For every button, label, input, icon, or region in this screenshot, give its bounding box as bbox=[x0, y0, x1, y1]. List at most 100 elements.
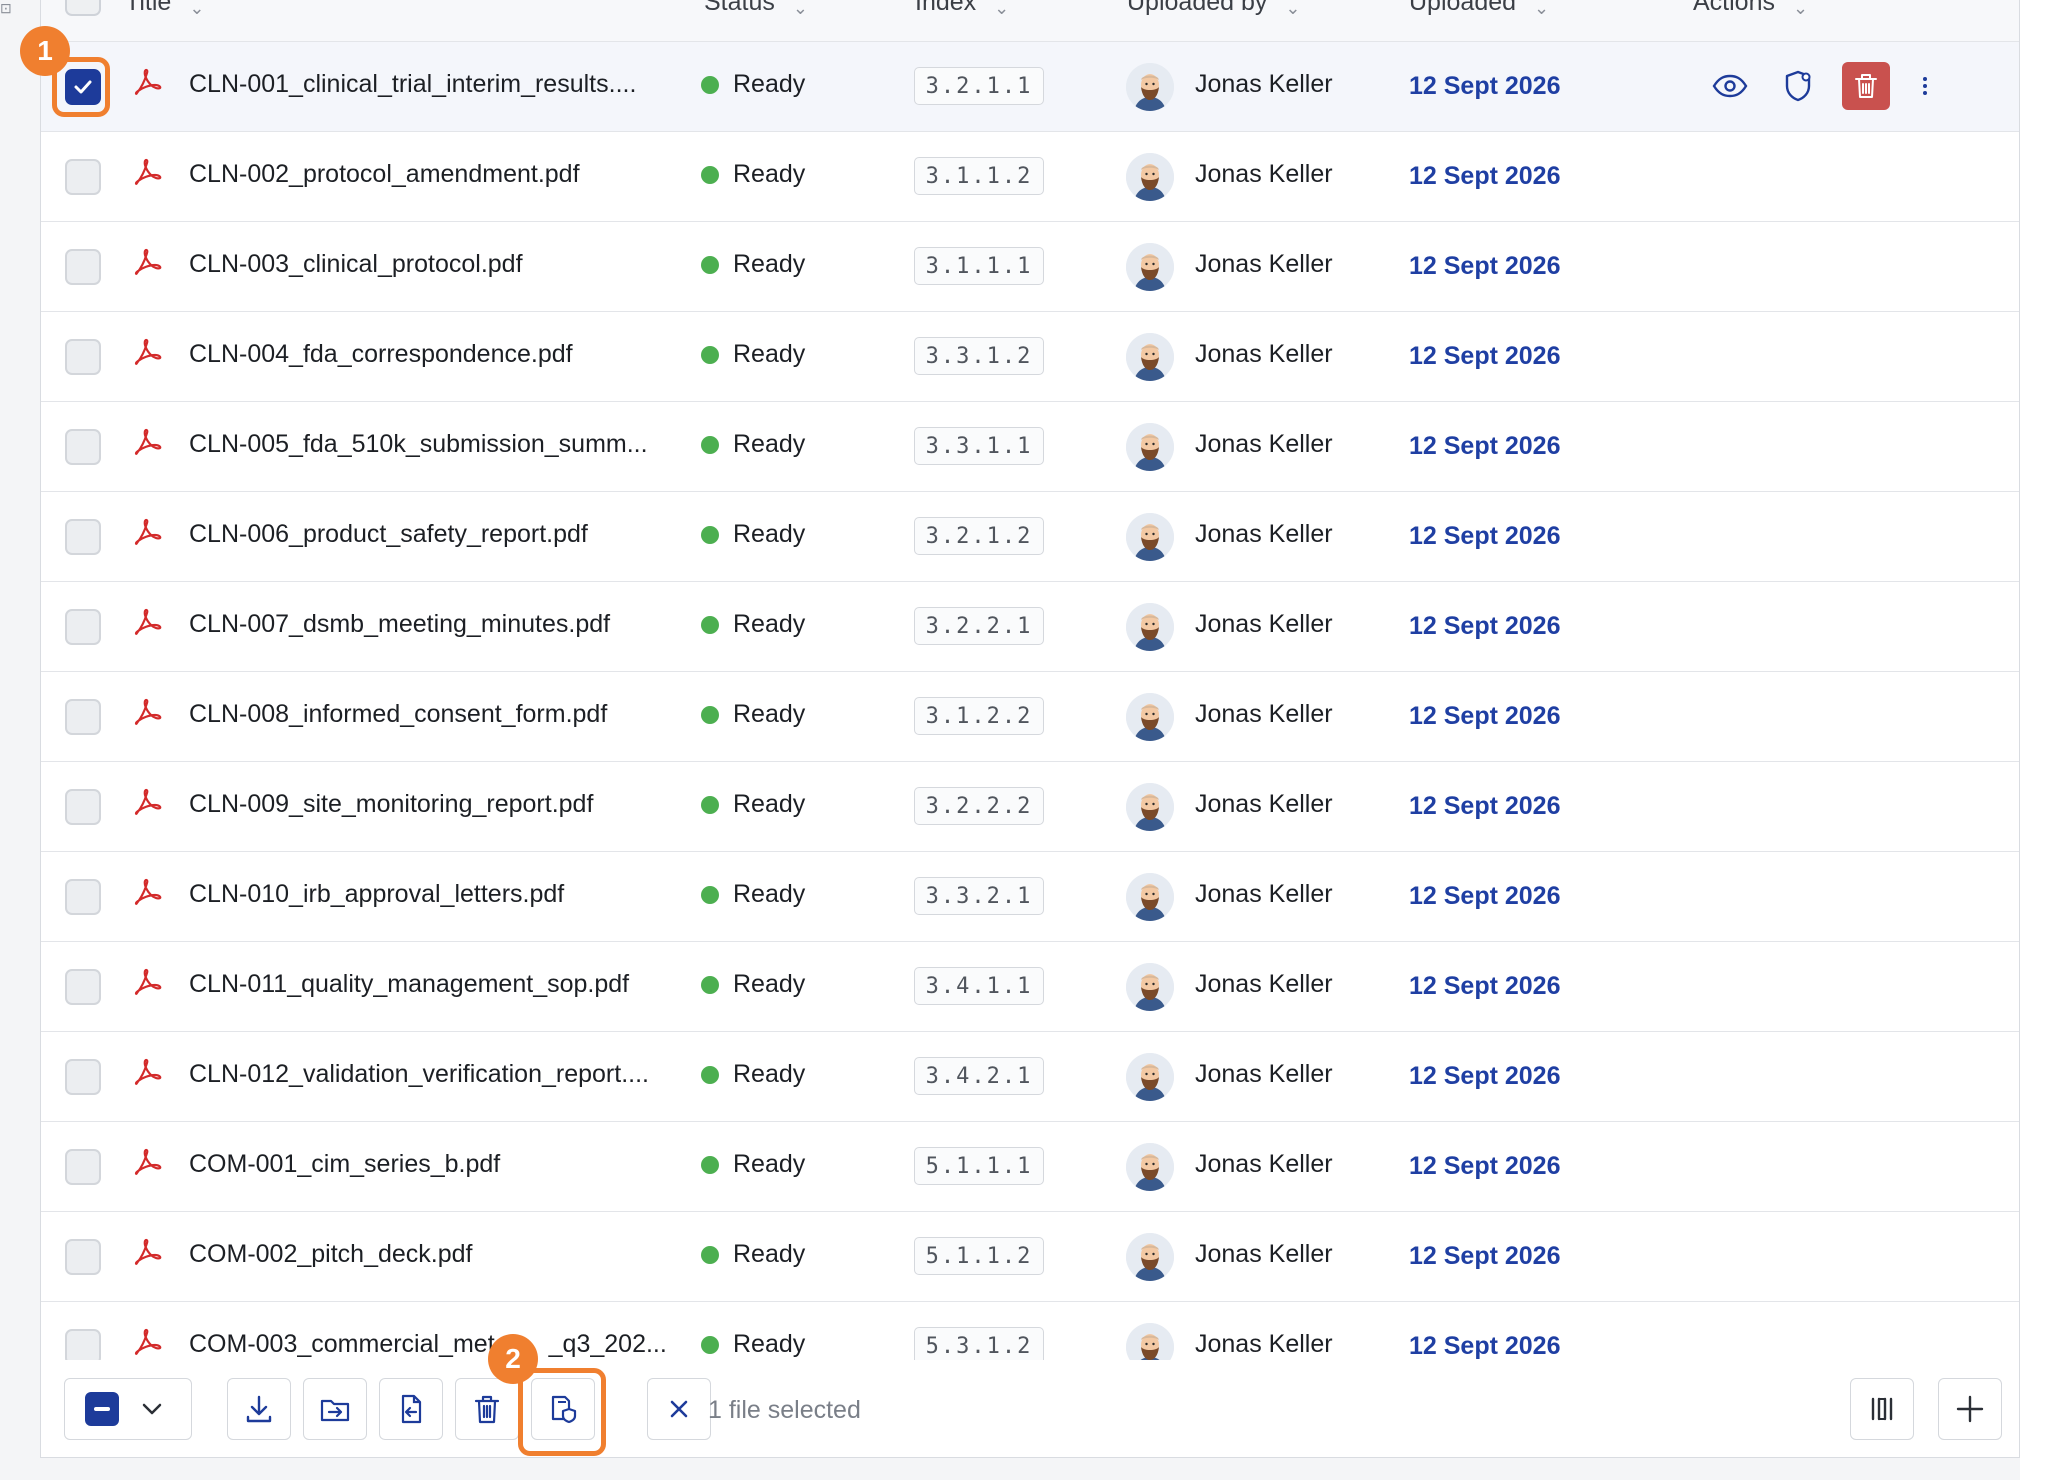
table-row[interactable]: CLN-010_irb_approval_letters.pdf Ready 3.3… bbox=[41, 852, 2019, 942]
more-options-button[interactable] bbox=[1910, 62, 1940, 110]
table-row[interactable]: CLN-011_quality_management_sop.pdf Ready 3… bbox=[41, 942, 2019, 1032]
avatar bbox=[1126, 63, 1174, 111]
table-body: CLN-001_clinical_trial_interim_results..… bbox=[41, 42, 2019, 1392]
table-row[interactable]: CLN-008_informed_consent_form.pdf Ready 3.… bbox=[41, 672, 2019, 762]
file-title[interactable]: CLN-006_product_safety_report.pdf bbox=[189, 520, 588, 549]
row-checkbox[interactable] bbox=[65, 789, 101, 825]
table-row[interactable]: CLN-003_clinical_protocol.pdf Ready 3.1.1.… bbox=[41, 222, 2019, 312]
upload-date-link[interactable]: 12 Sept 2026 bbox=[1409, 1242, 1561, 1271]
file-title[interactable]: COM-002_pitch_deck.pdf bbox=[189, 1240, 472, 1269]
upload-date-link[interactable]: 12 Sept 2026 bbox=[1409, 792, 1561, 821]
clear-selection-button[interactable] bbox=[647, 1378, 711, 1440]
row-checkbox[interactable] bbox=[65, 879, 101, 915]
row-checkbox[interactable] bbox=[65, 1059, 101, 1095]
add-button[interactable] bbox=[1938, 1378, 2002, 1440]
table-row[interactable]: COM-002_pitch_deck.pdf Ready 5.1.1.2 Jonas … bbox=[41, 1212, 2019, 1302]
row-checkbox[interactable] bbox=[65, 969, 101, 1005]
upload-date-link[interactable]: 12 Sept 2026 bbox=[1409, 1062, 1561, 1091]
column-header-index[interactable]: Index ⌄ bbox=[915, 0, 1009, 18]
status-dot-icon bbox=[701, 615, 719, 634]
row-checkbox[interactable] bbox=[65, 699, 101, 735]
row-checkbox[interactable] bbox=[65, 609, 101, 645]
file-title[interactable]: CLN-004_fda_correspondence.pdf bbox=[189, 340, 573, 369]
uploader-name: Jonas Keller bbox=[1195, 700, 1333, 728]
avatar-illustration bbox=[1126, 423, 1174, 471]
row-checkbox[interactable] bbox=[65, 249, 101, 285]
table-row[interactable]: CLN-006_product_safety_report.pdf Ready 3.… bbox=[41, 492, 2019, 582]
upload-date-link[interactable]: 12 Sept 2026 bbox=[1409, 72, 1561, 101]
protect-button[interactable] bbox=[1774, 62, 1822, 110]
file-title[interactable]: CLN-012_validation_verification_report..… bbox=[189, 1060, 649, 1089]
pdf-icon bbox=[134, 608, 162, 635]
table-row[interactable]: CLN-012_validation_verification_report..… bbox=[41, 1032, 2019, 1122]
column-header-status[interactable]: Status ⌄ bbox=[704, 0, 808, 18]
index-badge: 3.3.1.1 bbox=[914, 427, 1044, 465]
uploader-name: Jonas Keller bbox=[1195, 880, 1333, 908]
upload-date-link[interactable]: 12 Sept 2026 bbox=[1409, 522, 1561, 551]
table-row[interactable]: CLN-004_fda_correspondence.pdf Ready 3.3.1… bbox=[41, 312, 2019, 402]
column-header-uploaded-by[interactable]: Uploaded by ⌄ bbox=[1127, 0, 1300, 18]
column-header-title[interactable]: Title ⌄ bbox=[125, 0, 204, 18]
upload-date-link[interactable]: 12 Sept 2026 bbox=[1409, 342, 1561, 371]
upload-date-link[interactable]: 12 Sept 2026 bbox=[1409, 612, 1561, 641]
row-checkbox[interactable] bbox=[65, 519, 101, 555]
avatar-illustration bbox=[1126, 603, 1174, 651]
upload-date-link[interactable]: 12 Sept 2026 bbox=[1409, 1332, 1561, 1361]
upload-date-link[interactable]: 12 Sept 2026 bbox=[1409, 702, 1561, 731]
file-title[interactable]: CLN-005_fda_510k_submission_summ... bbox=[189, 430, 648, 459]
file-type-icon bbox=[131, 336, 165, 370]
status-dot-icon bbox=[701, 75, 719, 94]
uploader-name: Jonas Keller bbox=[1195, 1060, 1333, 1088]
row-checkbox[interactable] bbox=[65, 339, 101, 375]
file-title[interactable]: COM-003_commercial_met _q3_202... bbox=[189, 1330, 667, 1359]
file-title[interactable]: CLN-009_site_monitoring_report.pdf bbox=[189, 790, 593, 819]
file-title[interactable]: CLN-007_dsmb_meeting_minutes.pdf bbox=[189, 610, 610, 639]
file-title[interactable]: CLN-001_clinical_trial_interim_results..… bbox=[189, 70, 636, 99]
upload-date-link[interactable]: 12 Sept 2026 bbox=[1409, 162, 1561, 191]
expand-corner-icon[interactable]: ⊡ bbox=[0, 0, 16, 16]
status-indicator: Ready bbox=[701, 1060, 805, 1089]
upload-date-link[interactable]: 12 Sept 2026 bbox=[1409, 882, 1561, 911]
file-title[interactable]: COM-001_cim_series_b.pdf bbox=[189, 1150, 500, 1179]
file-title[interactable]: CLN-010_irb_approval_letters.pdf bbox=[189, 880, 564, 909]
table-row[interactable]: COM-001_cim_series_b.pdf Ready 5.1.1.1 Jona… bbox=[41, 1122, 2019, 1212]
upload-date-link[interactable]: 12 Sept 2026 bbox=[1409, 1152, 1561, 1181]
avatar bbox=[1126, 1233, 1174, 1281]
file-title[interactable]: CLN-008_informed_consent_form.pdf bbox=[189, 700, 607, 729]
move-to-folder-button[interactable] bbox=[303, 1378, 367, 1440]
status-indicator: Ready bbox=[701, 790, 805, 819]
bulk-delete-button[interactable] bbox=[455, 1378, 519, 1440]
file-title[interactable]: CLN-003_clinical_protocol.pdf bbox=[189, 250, 523, 279]
upload-date-link[interactable]: 12 Sept 2026 bbox=[1409, 432, 1561, 461]
view-button[interactable] bbox=[1706, 62, 1754, 110]
upload-date-link[interactable]: 12 Sept 2026 bbox=[1409, 252, 1561, 281]
table-row[interactable]: CLN-002_protocol_amendment.pdf Ready 3.1.1… bbox=[41, 132, 2019, 222]
row-checkbox[interactable] bbox=[65, 1149, 101, 1185]
delete-button[interactable] bbox=[1842, 62, 1890, 110]
table-row[interactable]: CLN-001_clinical_trial_interim_results..… bbox=[41, 42, 2019, 132]
selection-dropdown-button[interactable] bbox=[64, 1378, 192, 1440]
table-row[interactable]: CLN-007_dsmb_meeting_minutes.pdf Ready 3.2… bbox=[41, 582, 2019, 672]
status-indicator: Ready bbox=[701, 1240, 805, 1269]
select-all-checkbox[interactable] bbox=[65, 0, 101, 16]
columns-settings-button[interactable] bbox=[1850, 1378, 1914, 1440]
pdf-icon bbox=[134, 518, 162, 545]
row-checkbox[interactable] bbox=[65, 429, 101, 465]
table-row[interactable]: CLN-009_site_monitoring_report.pdf Ready 3… bbox=[41, 762, 2019, 852]
file-type-icon bbox=[131, 66, 165, 100]
upload-date-link[interactable]: 12 Sept 2026 bbox=[1409, 972, 1561, 1001]
pdf-icon bbox=[134, 248, 162, 275]
close-icon bbox=[670, 1400, 688, 1418]
status-dot-icon bbox=[701, 1155, 719, 1174]
download-button[interactable] bbox=[227, 1378, 291, 1440]
status-indicator: Ready bbox=[701, 970, 805, 999]
file-title[interactable]: CLN-011_quality_management_sop.pdf bbox=[189, 970, 629, 999]
row-checkbox[interactable] bbox=[65, 159, 101, 195]
uploader-name: Jonas Keller bbox=[1195, 70, 1333, 98]
row-checkbox[interactable] bbox=[65, 1239, 101, 1275]
uploader-name: Jonas Keller bbox=[1195, 610, 1333, 638]
table-row[interactable]: CLN-005_fda_510k_submission_summ... Ready… bbox=[41, 402, 2019, 492]
replace-file-button[interactable] bbox=[379, 1378, 443, 1440]
column-header-uploaded[interactable]: Uploaded ⌄ bbox=[1409, 0, 1549, 18]
file-title[interactable]: CLN-002_protocol_amendment.pdf bbox=[189, 160, 580, 189]
